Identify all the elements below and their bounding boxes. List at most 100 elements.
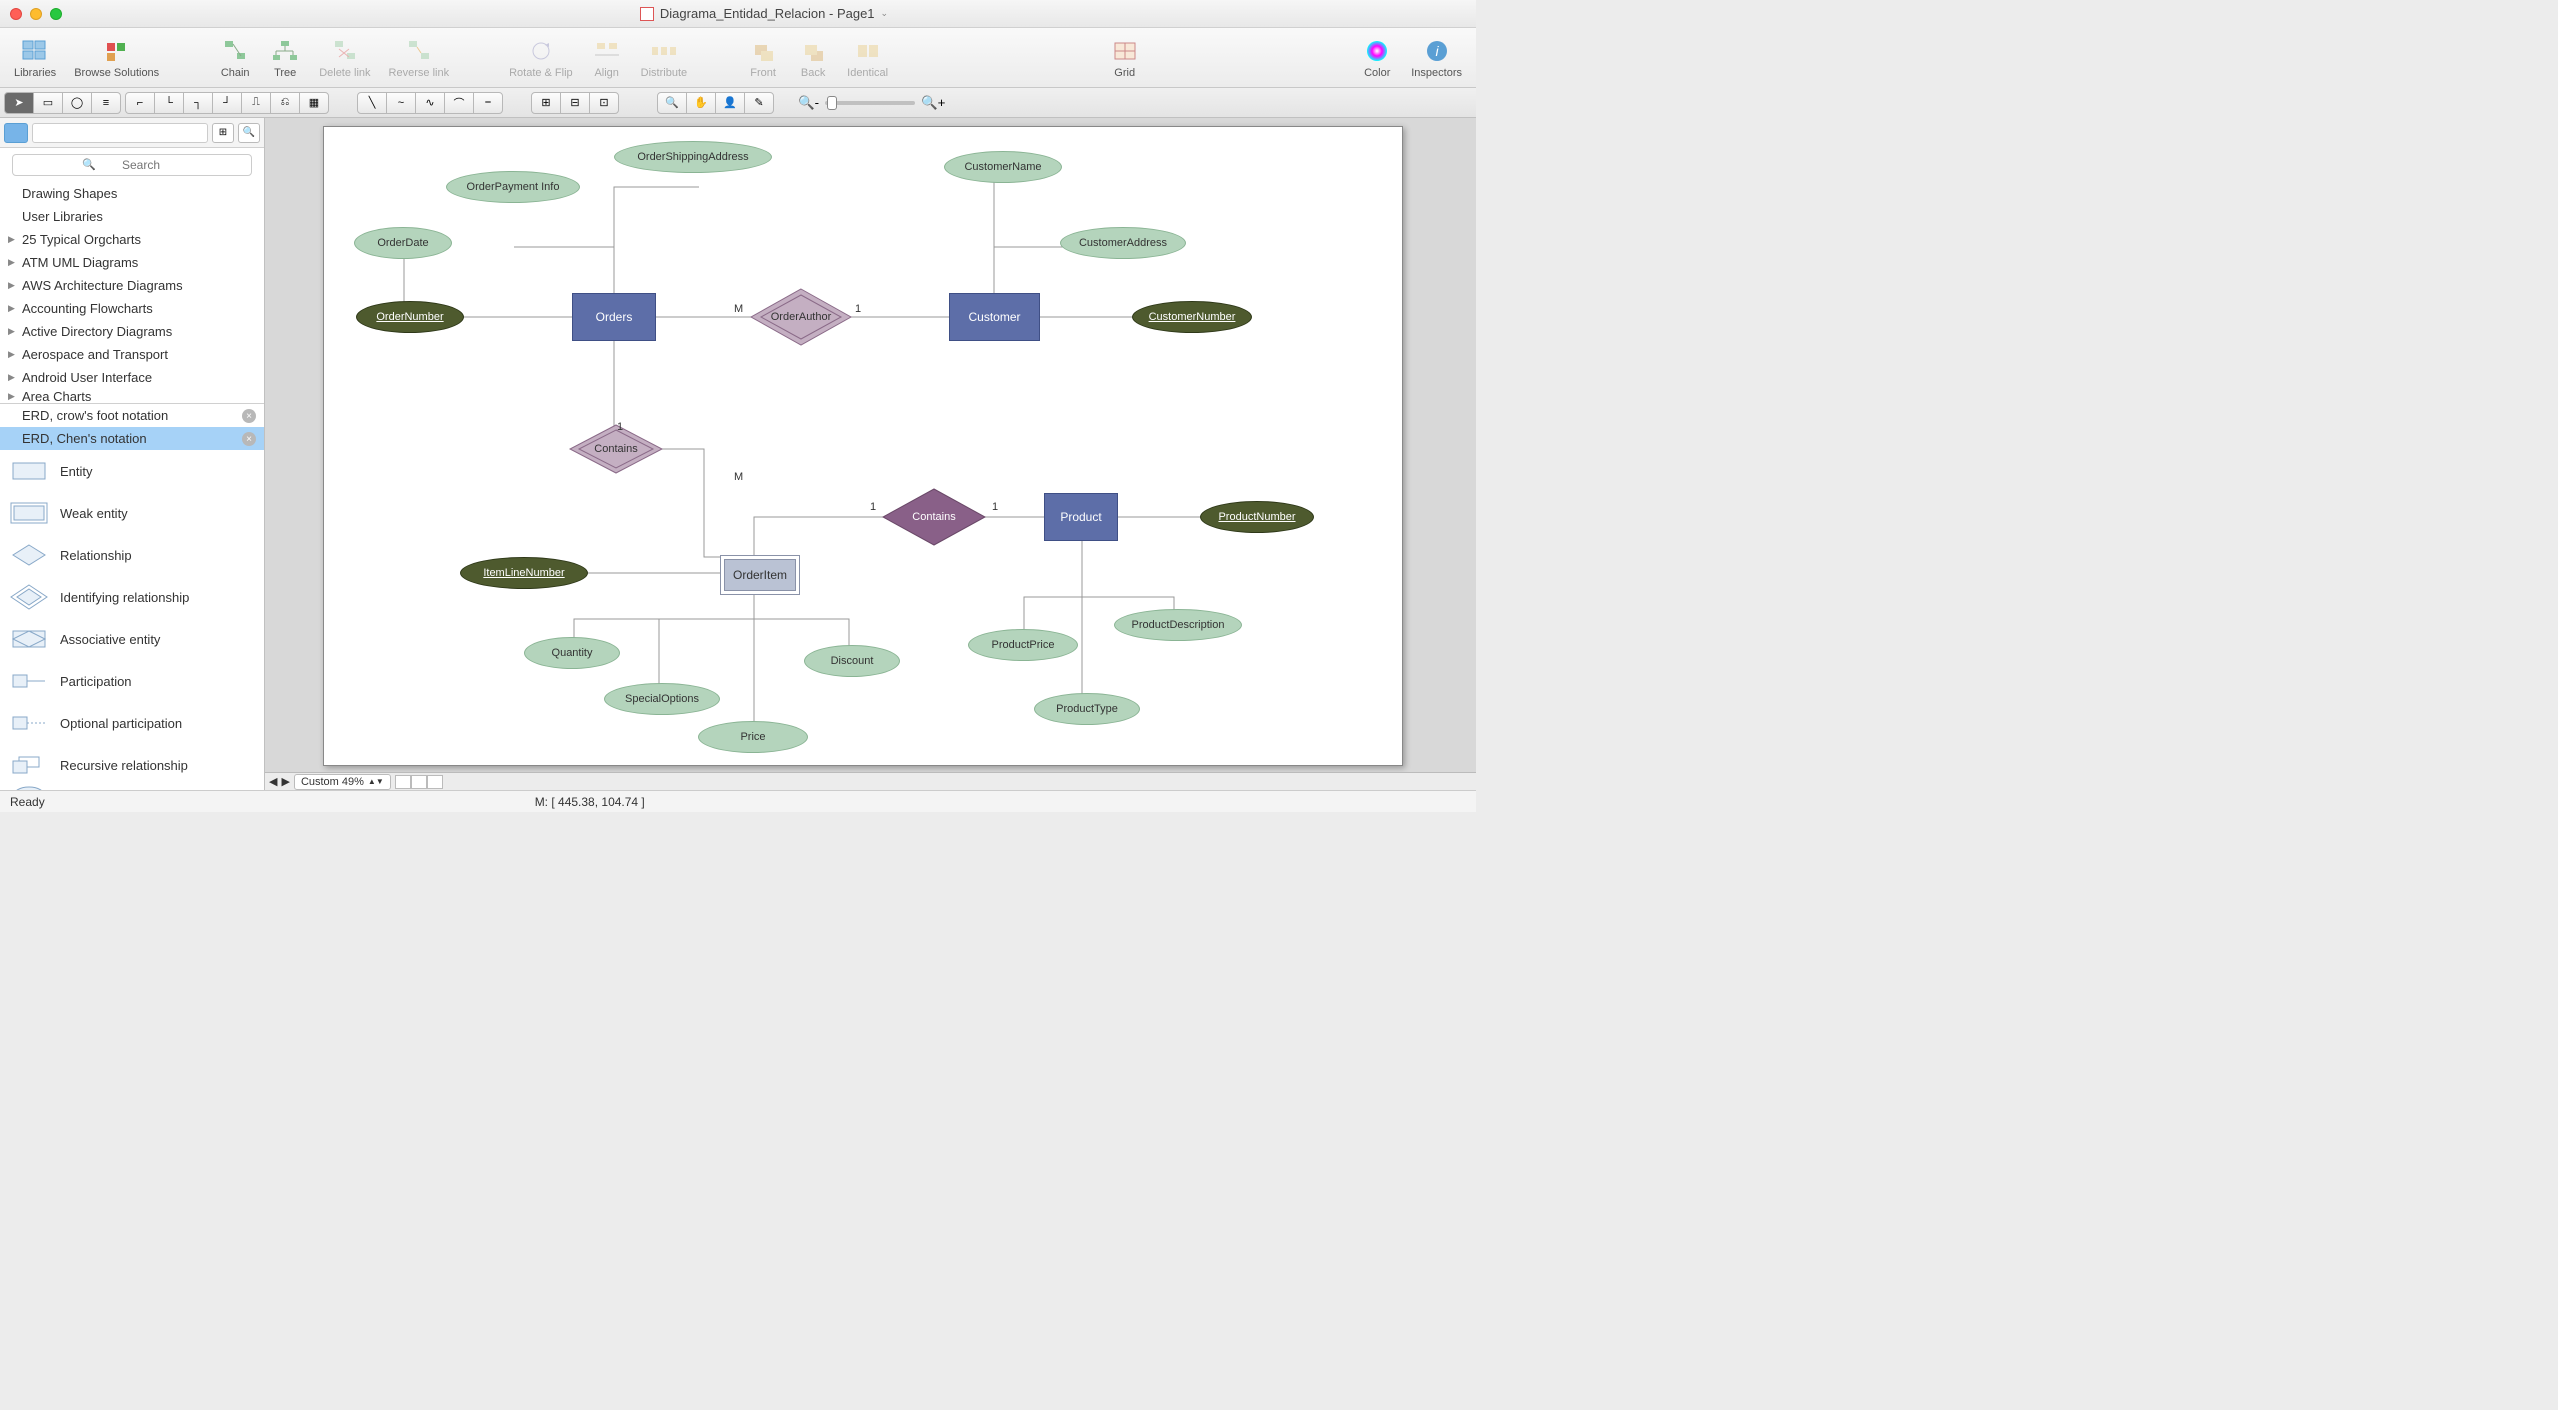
lib-item[interactable]: Drawing Shapes [0, 182, 264, 205]
align-button[interactable]: Align [583, 35, 631, 81]
maximize-icon[interactable] [50, 8, 62, 20]
attr-order-number[interactable]: OrderNumber [356, 301, 464, 333]
zoom-out-button[interactable]: 🔍- [798, 95, 819, 111]
library-mode-icon[interactable] [4, 123, 28, 143]
lib-item[interactable]: ▶Accounting Flowcharts [0, 297, 264, 320]
connector-7[interactable]: ▦ [299, 92, 329, 114]
diagram-page[interactable]: Orders Customer Product OrderItem OrderA… [323, 126, 1403, 766]
zoom-slider[interactable] [825, 101, 915, 105]
group-tool[interactable]: ⊞ [531, 92, 561, 114]
attr-quantity[interactable]: Quantity [524, 637, 620, 669]
tab-crows-foot[interactable]: ERD, crow's foot notation× [0, 404, 264, 427]
grid-view-icon[interactable]: ⊞ [212, 123, 234, 143]
inspectors-button[interactable]: i Inspectors [1403, 35, 1470, 81]
attr-customer-address[interactable]: CustomerAddress [1060, 227, 1186, 259]
grid-button[interactable]: Grid [1101, 35, 1149, 81]
dropdown-caret-icon[interactable]: ⌄ [881, 8, 889, 19]
rectangle-tool[interactable]: ▭ [33, 92, 63, 114]
rel-order-author[interactable]: OrderAuthor [749, 287, 853, 347]
hand-tool[interactable]: ✋ [686, 92, 716, 114]
entity-product[interactable]: Product [1044, 493, 1118, 541]
back-button[interactable]: Back [789, 35, 837, 81]
attr-order-shipping[interactable]: OrderShippingAddress [614, 141, 772, 173]
lib-item[interactable]: ▶Aerospace and Transport [0, 343, 264, 366]
spline-tool[interactable]: ⎯ [473, 92, 503, 114]
search-input[interactable] [12, 154, 252, 176]
entity-order-item[interactable]: OrderItem [720, 555, 800, 595]
attr-order-payment[interactable]: OrderPayment Info [446, 171, 580, 203]
shape-attribute[interactable]: Attribute [0, 786, 264, 790]
attr-product-number[interactable]: ProductNumber [1200, 501, 1314, 533]
lib-item[interactable]: ▶Active Directory Diagrams [0, 320, 264, 343]
close-icon[interactable]: × [242, 409, 256, 423]
lib-item[interactable]: ▶Android User Interface [0, 366, 264, 389]
text-tool[interactable]: ≡ [91, 92, 121, 114]
connector-4[interactable]: ┘ [212, 92, 242, 114]
connector-3[interactable]: ┐ [183, 92, 213, 114]
attr-item-line-number[interactable]: ItemLineNumber [460, 557, 588, 589]
polyline-tool[interactable]: ∿ [415, 92, 445, 114]
pointer-tool[interactable]: ➤ [4, 92, 34, 114]
crop-tool[interactable]: 👤 [715, 92, 745, 114]
connector-1[interactable]: ⌐ [125, 92, 155, 114]
shape-relationship[interactable]: Relationship [0, 534, 264, 576]
shape-optional-part[interactable]: Optional participation [0, 702, 264, 744]
shape-weak-entity[interactable]: Weak entity [0, 492, 264, 534]
rotate-flip-button[interactable]: Rotate & Flip [501, 35, 581, 81]
tree-button[interactable]: Tree [261, 35, 309, 81]
connector-6[interactable]: ⎌ [270, 92, 300, 114]
shape-participation[interactable]: Participation [0, 660, 264, 702]
shape-identifying-rel[interactable]: Identifying relationship [0, 576, 264, 618]
ellipse-tool[interactable]: ◯ [62, 92, 92, 114]
connector-2[interactable]: └ [154, 92, 184, 114]
attr-order-date[interactable]: OrderDate [354, 227, 452, 259]
search-toggle-icon[interactable]: 🔍 [238, 123, 260, 143]
delete-link-button[interactable]: Delete link [311, 35, 378, 81]
shape-recursive[interactable]: Recursive relationship [0, 744, 264, 786]
browse-solutions-button[interactable]: Browse Solutions [66, 35, 167, 81]
attr-customer-number[interactable]: CustomerNumber [1132, 301, 1252, 333]
lib-item[interactable]: ▶ATM UML Diagrams [0, 251, 264, 274]
zoom-in-button[interactable]: 🔍+ [921, 95, 945, 111]
zoom-tool[interactable]: 🔍 [657, 92, 687, 114]
close-icon[interactable] [10, 8, 22, 20]
attr-product-type[interactable]: ProductType [1034, 693, 1140, 725]
minimize-icon[interactable] [30, 8, 42, 20]
eyedropper-tool[interactable]: ✎ [744, 92, 774, 114]
library-filter-input[interactable] [32, 123, 208, 143]
entity-customer[interactable]: Customer [949, 293, 1040, 341]
attr-product-desc[interactable]: ProductDescription [1114, 609, 1242, 641]
tab-chen[interactable]: ERD, Chen's notation× [0, 427, 264, 450]
line-tool[interactable]: ╲ [357, 92, 387, 114]
distribute-button[interactable]: Distribute [633, 35, 695, 81]
libraries-button[interactable]: Libraries [6, 35, 64, 81]
regroup-tool[interactable]: ⊡ [589, 92, 619, 114]
connector-5[interactable]: ⎍ [241, 92, 271, 114]
lib-item[interactable]: ▶25 Typical Orgcharts [0, 228, 264, 251]
attr-price[interactable]: Price [698, 721, 808, 753]
canvas-scroll[interactable]: Orders Customer Product OrderItem OrderA… [265, 118, 1476, 772]
attr-special-options[interactable]: SpecialOptions [604, 683, 720, 715]
lib-item[interactable]: User Libraries [0, 205, 264, 228]
rel-contains-2[interactable]: Contains [881, 487, 987, 547]
lib-item[interactable]: ▶AWS Architecture Diagrams [0, 274, 264, 297]
ungroup-tool[interactable]: ⊟ [560, 92, 590, 114]
identical-button[interactable]: Identical [839, 35, 896, 81]
close-icon[interactable]: × [242, 432, 256, 446]
lib-item[interactable]: ▶Area Charts [0, 389, 264, 403]
rel-contains-1[interactable]: Contains [568, 423, 664, 475]
reverse-link-button[interactable]: Reverse link [381, 35, 458, 81]
prev-page-icon[interactable]: ◀ [269, 775, 277, 788]
shape-entity[interactable]: Entity [0, 450, 264, 492]
chain-button[interactable]: Chain [211, 35, 259, 81]
zoom-selector[interactable]: Custom 49%▲▼ [294, 774, 391, 790]
curve-tool[interactable]: ~ [386, 92, 416, 114]
page-thumbnails[interactable] [395, 775, 443, 789]
arc-tool[interactable]: ⌒ [444, 92, 474, 114]
attr-product-price[interactable]: ProductPrice [968, 629, 1078, 661]
entity-orders[interactable]: Orders [572, 293, 656, 341]
front-button[interactable]: Front [739, 35, 787, 81]
attr-discount[interactable]: Discount [804, 645, 900, 677]
attr-customer-name[interactable]: CustomerName [944, 151, 1062, 183]
next-page-icon[interactable]: ▶ [281, 775, 289, 788]
